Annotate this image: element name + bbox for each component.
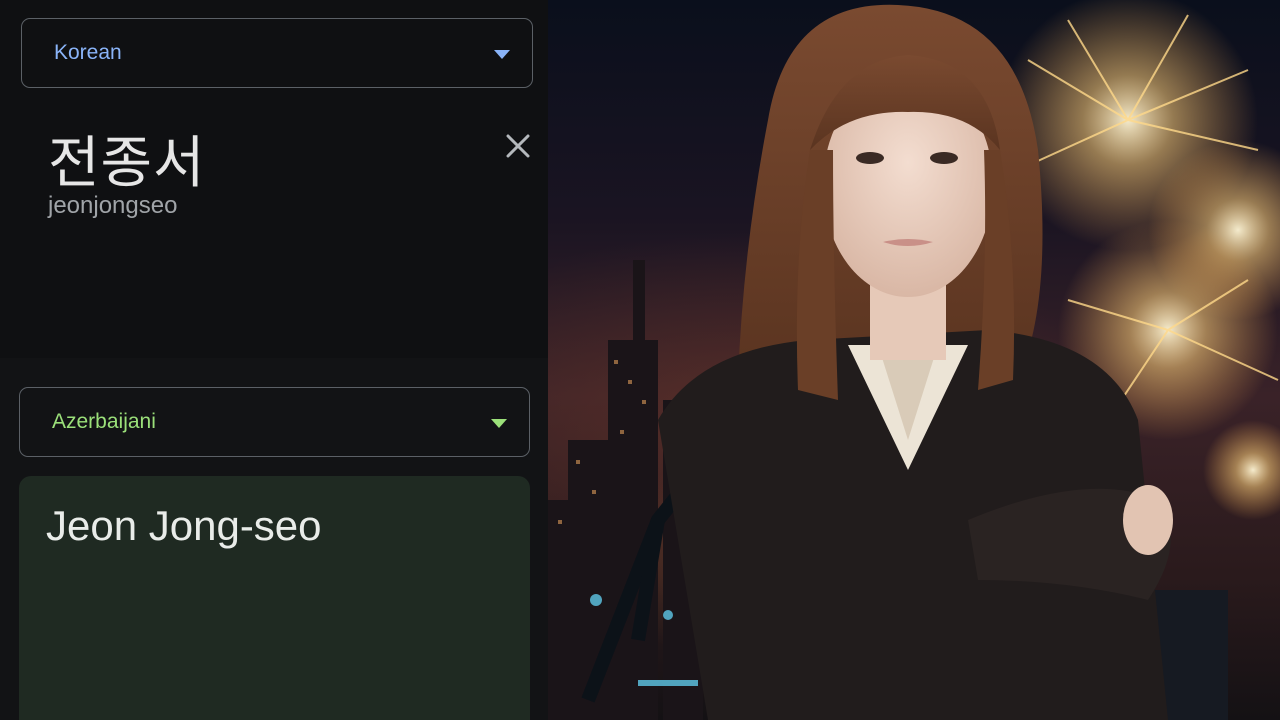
background-photo: [548, 0, 1280, 720]
target-language-label: Azerbaijani: [52, 410, 156, 433]
caret-down-icon: [491, 419, 507, 428]
screen: Korean 전종서 jeonjongseo Azerbaijani Jeon …: [0, 0, 1280, 720]
target-language-select[interactable]: Azerbaijani: [19, 387, 530, 457]
romanization-text: jeonjongseo: [48, 192, 178, 219]
translate-panel: Korean 전종서 jeonjongseo Azerbaijani Jeon …: [0, 0, 548, 720]
translation-result-box: Jeon Jong-seo: [19, 476, 530, 720]
night-city-fireworks-illustration: [548, 0, 1280, 720]
caret-down-icon: [494, 50, 510, 59]
source-language-label: Korean: [54, 41, 122, 64]
close-icon: [506, 134, 530, 158]
clear-button[interactable]: [500, 128, 536, 164]
source-card: Korean 전종서 jeonjongseo: [0, 0, 548, 358]
source-language-select[interactable]: Korean: [21, 18, 533, 88]
translated-text: Jeon Jong-seo: [46, 502, 322, 549]
source-text[interactable]: 전종서: [48, 118, 206, 199]
